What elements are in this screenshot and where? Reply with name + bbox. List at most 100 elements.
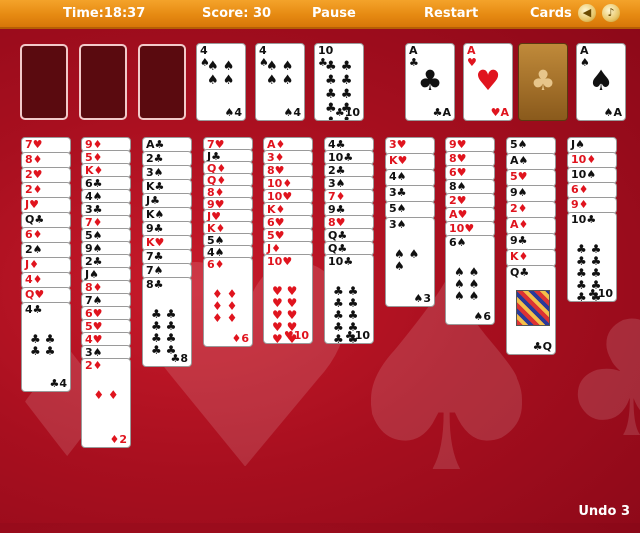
card-rank: K♠ (146, 208, 165, 221)
card-rank: 2♥ (25, 168, 43, 181)
card-rank: 7♥ (25, 138, 43, 151)
foundation-pile-2[interactable]: A ♥ ♥ ♥A (463, 43, 513, 121)
freecell-card-3[interactable]: 10♣♣ ♣ ♣ ♣ ♣ ♣ ♣ ♣ ♣ ♣ ♣10 (314, 43, 364, 121)
freecell-card-2[interactable]: 4 ♠ ♠ ♠ ♠ ♠ ♠4 (255, 43, 305, 121)
card-rank-bottom: ♣Q (532, 340, 552, 353)
card-rank: 9♣ (146, 222, 164, 235)
card-rank-text: 10 (449, 222, 465, 235)
card-rank-text: 2 (449, 194, 457, 207)
card-rank-text: Q (25, 288, 35, 301)
foundation-pile-1[interactable]: A ♣ ♣ ♣A (405, 43, 455, 121)
card-rank: Q♥ (25, 288, 45, 301)
card-pips: ♠ ♠ ♠ ♠ (207, 59, 235, 88)
undo-count: 3 (620, 504, 630, 519)
card-rank-text: 4 (389, 170, 397, 183)
card-suit-icon: ♣ (417, 64, 443, 97)
card-rank-text: 3 (389, 138, 397, 151)
card-rank: 4♠ (389, 170, 407, 183)
undo-button[interactable]: Undo 3 (578, 504, 630, 519)
card-rank-bottom: ♠6 (473, 310, 491, 323)
tableau-card[interactable]: 10♣ ♣ ♣ ♣ ♣ ♣ ♣ ♣ ♣ ♣ ♣ ♣10 (567, 212, 617, 302)
score-display: Score: 30 (202, 6, 271, 21)
card-rank: A♦ (510, 218, 529, 231)
tableau-card[interactable]: Q♣ ♣Q (506, 265, 556, 355)
card-rank-text: 6 (207, 258, 215, 271)
card-rank: 8♣ (146, 278, 164, 291)
card-rank-bottom: ♣10 (587, 287, 613, 300)
card-rank-text: 3 (389, 218, 397, 231)
card-rank-bottom: ♥A (490, 106, 509, 119)
card-rank: A♥ (449, 208, 468, 221)
card-rank: 7♠ (146, 264, 164, 277)
card-rank-text: 2 (146, 152, 154, 165)
card-rank-text: J (25, 258, 30, 271)
empty-cell-2[interactable] (79, 44, 127, 120)
card-rank: 2♠ (25, 243, 43, 256)
time-display: Time:18:37 (63, 6, 145, 21)
card-rank: 10♣ (571, 213, 597, 226)
card-rank-text: K (510, 250, 519, 263)
card-rank: J♦ (25, 258, 39, 271)
tableau-card[interactable]: 8♣ ♣ ♣ ♣ ♣ ♣ ♣ ♣ ♣ ♣8 (142, 277, 192, 367)
card-pips: ♣ ♣ ♣ ♣ ♣ ♣ ♣ ♣ (151, 307, 177, 357)
card-rank: 9♥ (449, 138, 467, 151)
card-rank-bottom: ♠A (603, 106, 622, 119)
music-icon[interactable]: ♪ (602, 4, 620, 22)
card-rank: 2♣ (146, 152, 164, 165)
empty-cell-3[interactable] (138, 44, 186, 120)
card-rank-text: 2 (25, 183, 33, 196)
card-rank: J♠ (571, 138, 585, 151)
card-rank: 4♣ (25, 303, 43, 316)
card-rank: Q♣ (25, 213, 45, 226)
card-rank-text: 5 (510, 170, 518, 183)
card-rank-bottom: ♦2 (109, 433, 127, 446)
tableau-card[interactable]: 3♠ ♠ ♠ ♠ ♠3 (385, 217, 435, 307)
card-rank: A♣ (146, 138, 165, 151)
card-rank: 10♠ (571, 168, 597, 181)
tableau-card[interactable]: 6♠ ♠ ♠ ♠ ♠ ♠ ♠ ♠6 (445, 235, 495, 325)
pause-button[interactable]: Pause (312, 6, 356, 21)
card-rank-text: K (146, 236, 155, 249)
card-rank: 5♠ (510, 138, 528, 151)
card-rank-bottom: ♣8 (170, 352, 188, 365)
card-rank: K♥ (146, 236, 165, 249)
card-rank-text: K (389, 154, 398, 167)
card-rank: 3♠ (389, 218, 407, 231)
card-rank-text: 9 (449, 138, 457, 151)
card-rank-text: 10 (571, 153, 587, 166)
card-rank: 2♥ (449, 194, 467, 207)
card-pips: ♣ ♣ ♣ ♣ ♣ ♣ ♣ ♣ ♣ ♣ (576, 242, 602, 302)
tableau-card[interactable]: 10♥ ♥ ♥ ♥ ♥ ♥ ♥ ♥ ♥ ♥ ♥ ♥10 (263, 254, 313, 344)
card-rank-text: 4 (259, 44, 267, 57)
card-rank-text: 2 (85, 359, 93, 372)
card-rank: 6♥ (449, 166, 467, 179)
sound-icon[interactable]: ◀ (578, 4, 596, 22)
card-count: ♣10 (334, 106, 360, 119)
card-rank: A♠ (510, 154, 529, 167)
foundation-pile-4[interactable]: A ♠ ♠ ♠A (576, 43, 626, 121)
empty-cell-1[interactable] (20, 44, 68, 120)
cards-button[interactable]: Cards (530, 6, 572, 21)
club-icon: ♣ (530, 64, 556, 97)
card-rank: 9♦ (571, 198, 589, 211)
card-rank-bottom: ♣A (432, 106, 451, 119)
tableau-card[interactable]: 10♣ ♣ ♣ ♣ ♣ ♣ ♣ ♣ ♣ ♣ ♣ ♣10 (324, 254, 374, 344)
tableau-card[interactable]: 6♦ ♦ ♦ ♦ ♦ ♦ ♦ ♦6 (203, 257, 253, 347)
card-rank-text: 2 (510, 202, 518, 215)
tableau-card[interactable]: 2♦ ♦ ♦ ♦2 (81, 358, 131, 448)
card-rank-text: 10 (571, 168, 587, 181)
restart-button[interactable]: Restart (424, 6, 478, 21)
freecell-card-1[interactable]: 4 ♠ ♠ ♠ ♠ ♠ ♠4 (196, 43, 246, 121)
score-value: 30 (252, 6, 272, 21)
score-label: Score: (202, 6, 249, 21)
tableau-card[interactable]: 4♣ ♣ ♣ ♣ ♣ ♣4 (21, 302, 71, 392)
card-rank-text: 4 (200, 44, 208, 57)
card-rank-bottom: ♠3 (413, 292, 431, 305)
card-rank-text: A (146, 138, 155, 151)
card-rank-text: A (580, 44, 589, 57)
foundation-pile-3[interactable]: ♣ (518, 43, 568, 121)
card-rank-text: 9 (146, 222, 154, 235)
time-label: Time: (63, 6, 104, 21)
card-pips: ♠ ♠ ♠ ♠ ♠ ♠ (454, 265, 480, 303)
card-pips: ♥ ♥ ♥ ♥ ♥ ♥ ♥ ♥ ♥ ♥ (272, 284, 298, 344)
